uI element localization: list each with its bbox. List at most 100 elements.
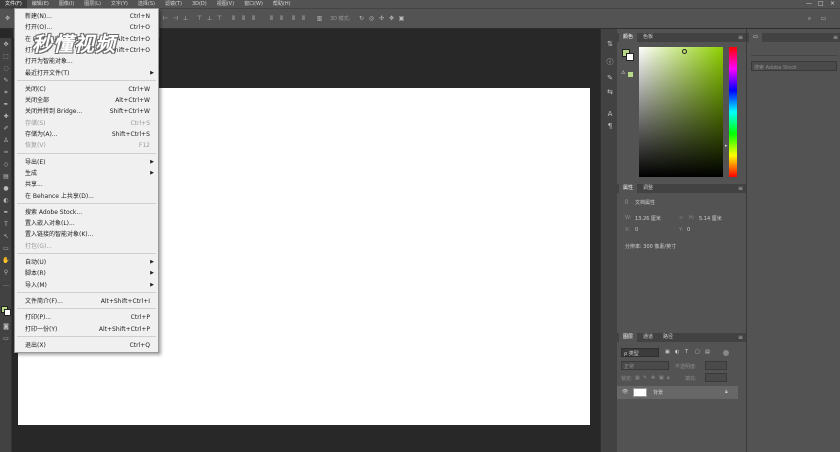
crop-tool-icon[interactable]: ⌗: [2, 89, 10, 97]
file-menu-item[interactable]: 新建(N)... Ctrl+N: [15, 11, 158, 22]
background-color-swatch[interactable]: [4, 309, 11, 316]
menu-type[interactable]: 文字(Y): [106, 0, 133, 8]
width-value[interactable]: 13.26 厘米: [635, 215, 661, 222]
path-select-tool-icon[interactable]: ↖: [2, 233, 10, 241]
libraries-select[interactable]: [751, 47, 837, 56]
distribute-h-icon[interactable]: ⫴: [268, 15, 275, 22]
filter-adjust-icon[interactable]: ◐: [675, 349, 679, 355]
file-menu-item[interactable]: 退出(X) Ctrl+Q: [15, 340, 158, 351]
file-menu-item[interactable]: 关闭并转到 Bridge... Shift+Ctrl+W: [15, 106, 158, 117]
distribute-top-icon[interactable]: ⊤: [196, 15, 203, 22]
file-menu-item[interactable]: 关闭(C) Ctrl+W: [15, 84, 158, 95]
layer-row-background[interactable]: 👁︎ 背景 🔒︎: [617, 386, 738, 399]
file-menu-item[interactable]: 置入链接的智能对象(K)...: [15, 229, 158, 240]
layer-filter-select[interactable]: ρ 类型: [621, 348, 659, 357]
search-icon[interactable]: ⌕: [806, 15, 813, 22]
minimize-button[interactable]: —: [806, 0, 812, 8]
stock-search-input[interactable]: 搜索 Adobe Stock: [751, 61, 837, 71]
quick-select-tool-icon[interactable]: ✎: [2, 77, 10, 85]
file-menu-item[interactable]: 打印(P)... Ctrl+P: [15, 312, 158, 323]
history-panel-icon[interactable]: ⇅: [605, 39, 615, 49]
background-color-chip[interactable]: [626, 53, 634, 61]
paragraph-panel-icon[interactable]: ¶: [605, 121, 615, 131]
file-menu-item[interactable]: 共享...: [15, 179, 158, 190]
tab-color[interactable]: 颜色: [619, 33, 638, 42]
shape-tool-icon[interactable]: ▭: [2, 245, 10, 253]
panel-menu-icon[interactable]: ≡: [738, 184, 743, 193]
adjustments-panel-icon[interactable]: ⇆: [605, 87, 615, 97]
more-tools-icon[interactable]: …: [2, 281, 10, 289]
lock-artboard-icon[interactable]: ▣: [659, 375, 664, 381]
brush-tool-icon[interactable]: ✐: [2, 125, 10, 133]
fill-input[interactable]: [705, 373, 727, 382]
panel-menu-icon[interactable]: ≡: [738, 33, 743, 42]
dodge-tool-icon[interactable]: ◐: [2, 197, 10, 205]
hue-slider-handle-icon[interactable]: ▸: [725, 143, 728, 149]
blur-tool-icon[interactable]: ●: [2, 185, 10, 193]
3d-scale-icon[interactable]: ▣: [398, 15, 405, 22]
menu-file[interactable]: 文件(F): [0, 0, 27, 8]
file-menu-item[interactable]: 存储(S) Ctrl+S: [15, 118, 158, 129]
hand-tool-icon[interactable]: ✋: [2, 257, 10, 265]
link-icon[interactable]: ∞: [679, 215, 683, 221]
file-menu-item[interactable]: 生成 ▶: [15, 168, 158, 179]
tab-adjustments[interactable]: 调整: [639, 184, 657, 193]
auto-align-icon[interactable]: ▥: [316, 15, 323, 22]
visibility-eye-icon[interactable]: 👁︎: [622, 389, 628, 395]
file-menu-item[interactable]: 打印一份(Y) Alt+Shift+Ctrl+P: [15, 324, 158, 335]
tab-properties[interactable]: 属性: [619, 184, 638, 193]
character-panel-icon[interactable]: A: [605, 109, 615, 119]
menu-view[interactable]: 视图(V): [212, 0, 239, 8]
3d-slide-icon[interactable]: ✥: [388, 15, 395, 22]
tab-paths[interactable]: 路径: [659, 333, 677, 342]
menu-help[interactable]: 帮助(H): [268, 0, 296, 8]
clone-stamp-tool-icon[interactable]: ♙: [2, 137, 10, 145]
hue-slider[interactable]: [729, 47, 737, 177]
file-menu-item[interactable]: 关闭全部 Alt+Ctrl+W: [15, 95, 158, 106]
eraser-tool-icon[interactable]: ◇: [2, 161, 10, 169]
blend-mode-select[interactable]: 正常: [621, 361, 669, 370]
filter-shape-icon[interactable]: ▢: [695, 349, 700, 355]
align-left-icon[interactable]: ⊢: [162, 15, 169, 22]
file-menu-item[interactable]: 文件简介(F)... Alt+Shift+Ctrl+I: [15, 296, 158, 307]
distribute-middle-icon[interactable]: ⊥: [206, 15, 213, 22]
distribute-bottom-icon[interactable]: ⊤: [216, 15, 223, 22]
3d-roll-icon[interactable]: ◎: [368, 15, 375, 22]
zoom-tool-icon[interactable]: ⚲: [2, 269, 10, 277]
file-menu-item[interactable]: 打包(G)...: [15, 241, 158, 252]
screen-mode-icon[interactable]: ▭: [2, 335, 10, 343]
eyedropper-tool-icon[interactable]: ✒: [2, 101, 10, 109]
file-menu-item[interactable]: 最近打开文件(T) ▶: [15, 68, 158, 79]
healing-brush-tool-icon[interactable]: ✚: [2, 113, 10, 121]
quick-mask-icon[interactable]: ◙: [2, 323, 10, 331]
distribute-left-icon[interactable]: ⫴: [230, 15, 237, 22]
file-menu-item[interactable]: 存储为(A)... Shift+Ctrl+S: [15, 129, 158, 140]
distribute-v2-icon[interactable]: ⫴: [300, 15, 307, 22]
menu-3d[interactable]: 3D(D): [187, 0, 212, 8]
x-value[interactable]: 0: [635, 227, 638, 233]
file-menu-item[interactable]: 打开为智能对象...: [15, 56, 158, 67]
filter-toggle[interactable]: [723, 350, 729, 356]
marquee-tool-icon[interactable]: ⬚: [2, 53, 10, 61]
file-menu-item[interactable]: 脚本(R) ▶: [15, 268, 158, 279]
panel-menu-icon[interactable]: ≡: [738, 333, 743, 342]
brush-settings-panel-icon[interactable]: ✎: [605, 73, 615, 83]
lock-all-icon[interactable]: 🔒︎: [667, 375, 670, 381]
history-brush-tool-icon[interactable]: ✑: [2, 149, 10, 157]
close-window-button[interactable]: ×: [830, 0, 835, 8]
layer-name[interactable]: 背景: [653, 389, 663, 396]
web-safe-chip[interactable]: [628, 72, 633, 77]
filter-pixel-icon[interactable]: ▣: [665, 349, 670, 355]
menu-filter[interactable]: 滤镜(T): [160, 0, 187, 8]
file-menu-item[interactable]: 恢复(V) F12: [15, 140, 158, 151]
filter-smart-icon[interactable]: ▤: [705, 349, 710, 355]
lock-paint-icon[interactable]: ✎: [643, 375, 647, 381]
maximize-button[interactable]: □: [818, 0, 824, 8]
panel-menu-icon[interactable]: ≡: [833, 33, 838, 42]
file-menu-item[interactable]: 导入(M) ▶: [15, 280, 158, 291]
move-tool-icon[interactable]: ✥: [4, 15, 11, 22]
align-center-icon[interactable]: ⊣: [172, 15, 179, 22]
file-menu-item[interactable]: 搜索 Adobe Stock...: [15, 207, 158, 218]
height-value[interactable]: 5.14 厘米: [699, 215, 722, 222]
color-field[interactable]: [639, 47, 723, 177]
